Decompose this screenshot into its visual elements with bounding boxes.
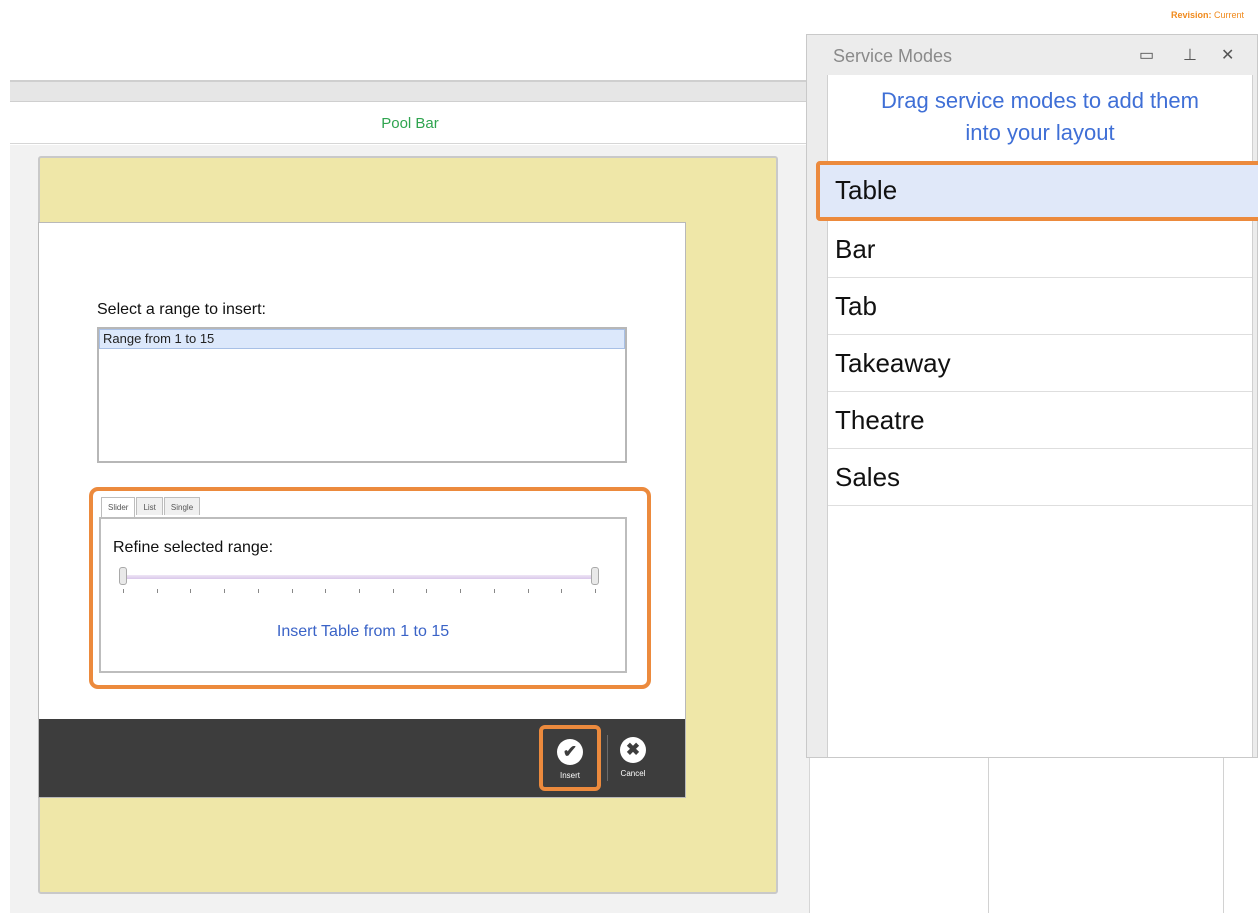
range-item[interactable]: Range from 1 to 15 [99,329,625,349]
slider-tick [359,589,360,593]
service-modes-title: Service Modes [833,46,953,66]
range-tabs: Slider List Single [101,497,201,517]
check-icon: ✔ [557,739,583,765]
slider-tick [493,589,495,593]
service-mode-item-theatre[interactable]: Theatre [828,392,1252,449]
service-modes-list: Table Bar Tab Takeaway Theatre Sales [816,161,1258,506]
service-modes-panel: Service Modes ▭ ⊥ ✕ Drag service modes t… [806,34,1258,758]
dialog-title: Select a range to insert: [97,301,266,318]
slider-tick [291,589,293,593]
slider-tab-panel: Refine selected range: Insert Table from… [99,517,627,673]
service-mode-item-sales[interactable]: Sales [828,449,1252,506]
close-icon[interactable]: ✕ [1221,45,1234,65]
instruction-line-2: into your layout [965,120,1115,145]
slider-tick [325,589,327,593]
service-modes-body: Drag service modes to add them into your… [816,75,1258,757]
right-side-area [988,756,1224,913]
pool-bar-header[interactable]: Pool Bar [10,104,810,144]
service-mode-item-tab[interactable]: Tab [828,278,1252,335]
range-slider-end-handle[interactable] [591,567,599,585]
insert-summary: Insert Table from 1 to 15 [276,623,450,640]
slider-tick [123,589,124,593]
refine-label: Refine selected range: [113,539,274,556]
service-mode-item-takeaway[interactable]: Takeaway [828,335,1252,392]
close-circle-icon: ✖ [620,737,646,763]
slider-tick [156,589,158,593]
insert-label: Insert [559,771,580,780]
range-list[interactable]: Range from 1 to 15 [97,327,627,463]
insert-range-dialog: Select a range to insert: Range from 1 t… [38,222,686,798]
revision-label: Revision: [1170,10,1212,20]
slider-tick [224,589,226,593]
slider-tick [595,589,596,593]
slider-tick [426,589,428,593]
tab-single[interactable]: Single [163,497,201,515]
service-modes-instruction: Drag service modes to add them into your… [828,85,1252,149]
slider-tick [190,589,192,593]
maximize-icon[interactable]: ▭ [1139,45,1154,65]
instruction-line-1: Drag service modes to add them [881,88,1199,113]
slider-tick [527,589,529,593]
tab-slider[interactable]: Slider [101,497,136,517]
service-modes-header: Service Modes ▭ ⊥ ✕ [807,35,1257,75]
service-mode-item-table[interactable]: Table [816,161,1258,221]
slider-tick [460,589,462,593]
cancel-button[interactable]: ✖ Cancel [605,731,661,787]
pin-icon[interactable]: ⊥ [1183,45,1197,65]
cancel-label: Cancel [620,769,646,778]
slider-tick [392,589,394,593]
tab-list[interactable]: List [136,497,163,515]
revision-value: Current [1213,10,1244,20]
toolbar-strip [10,80,810,102]
slider-tick [561,589,563,593]
insert-button[interactable]: ✔ Insert [539,725,601,791]
range-slider-track[interactable] [123,575,595,579]
dialog-action-bar: ✔ Insert ✖ Cancel [39,719,685,797]
slider-tick [257,589,259,593]
service-mode-item-bar[interactable]: Bar [828,221,1252,278]
pool-bar-label: Pool Bar [381,115,439,132]
refine-range-box: Slider List Single Refine selected range… [89,487,651,689]
revision-indicator: Revision: Current [1120,10,1244,20]
range-slider-start-handle[interactable] [119,567,127,585]
